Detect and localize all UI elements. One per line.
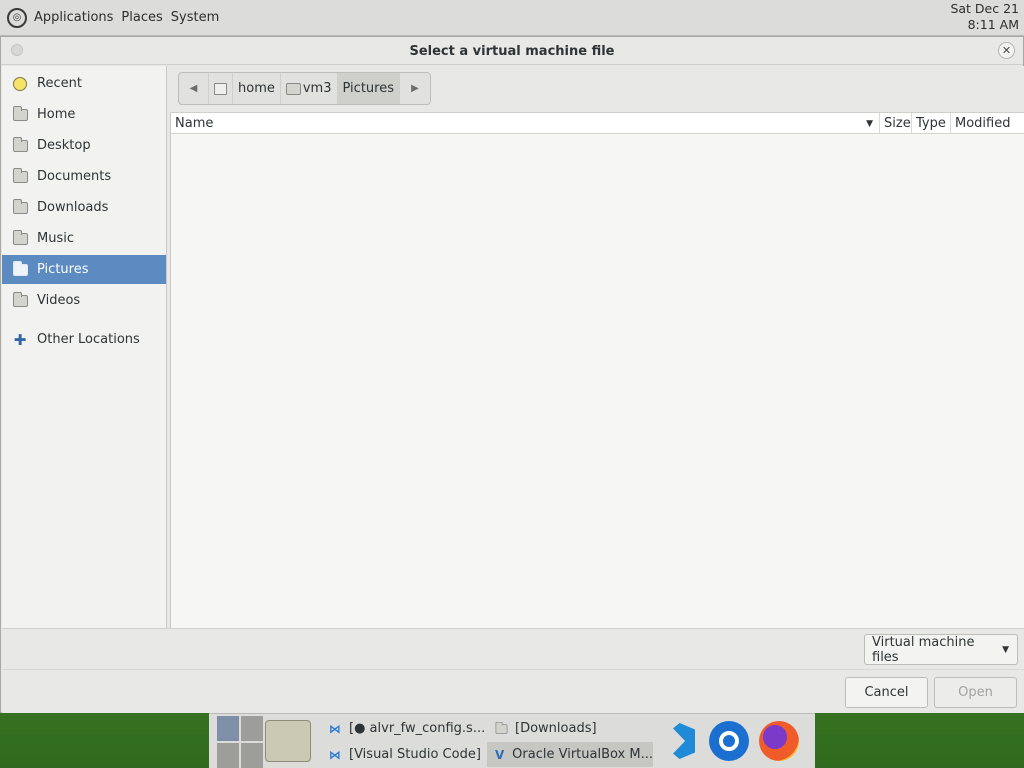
close-icon[interactable]: ✕ [998, 42, 1015, 59]
top-panel: ◎ Applications Places System Sat Dec 21 … [0, 0, 1024, 36]
column-header-label: Modified [955, 116, 1011, 131]
pathbar-scroll-right-button[interactable]: ▶ [400, 73, 430, 104]
applications-menu[interactable]: Applications [33, 10, 114, 25]
home-folder-icon [12, 105, 28, 123]
pathbar-segment-label: vm3 [302, 81, 332, 96]
sidebar-item-label: Downloads [37, 200, 109, 215]
cancel-button[interactable]: Cancel [845, 677, 928, 708]
column-header-label: Size [884, 116, 911, 131]
sidebar-item-pictures[interactable]: Pictures [2, 255, 166, 284]
file-filter-dropdown[interactable]: Virtual machine files ▼ [864, 634, 1018, 665]
task-vscode-alvr[interactable]: ⋈ [● alvr_fw_config.s... [327, 716, 487, 741]
sidebar-item-downloads[interactable]: Downloads [2, 193, 166, 222]
chrome-icon [709, 721, 749, 761]
folder-icon [12, 291, 28, 309]
column-header-type[interactable]: Type [912, 113, 951, 134]
virtualbox-icon: V [494, 747, 505, 762]
pathbar-scroll-left-button[interactable]: ◀ [179, 73, 209, 104]
dialog-action-row: Cancel Open [2, 669, 1024, 713]
chrome-launcher[interactable] [705, 717, 753, 765]
sidebar-item-label: Desktop [37, 138, 91, 153]
sort-descending-icon: ▼ [866, 118, 873, 129]
pathbar-segment-home[interactable]: home [233, 73, 281, 104]
pathbar: ◀ home vm3 Pictures ▶ [178, 72, 431, 105]
task-label: Oracle VirtualBox M... [512, 747, 653, 762]
sidebar-item-videos[interactable]: Videos [2, 286, 166, 315]
column-header-label: Name [175, 116, 214, 131]
pathbar-area: ◀ home vm3 Pictures ▶ [170, 66, 1024, 113]
vscode-launcher[interactable] [655, 717, 703, 765]
clock[interactable]: Sat Dec 21 8:11 AM [950, 1, 1019, 33]
recent-icon [12, 76, 28, 92]
task-visual-studio-code[interactable]: ⋈ [Visual Studio Code] [327, 742, 487, 767]
sidebar-item-documents[interactable]: Documents [2, 162, 166, 191]
folder-icon [493, 721, 509, 737]
task-label: [Downloads] [515, 721, 597, 736]
workspace-1[interactable] [217, 716, 239, 741]
sidebar-item-label: Home [37, 107, 76, 122]
sidebar-item-home[interactable]: Home [2, 100, 166, 129]
sidebar-item-label: Recent [37, 76, 82, 91]
workspace-switcher[interactable] [217, 716, 263, 768]
task-label: [● alvr_fw_config.s... [349, 721, 486, 736]
sidebar-item-music[interactable]: Music [2, 224, 166, 253]
taskbar: ⋈ [● alvr_fw_config.s... [Downloads] ⋈ [… [209, 713, 815, 768]
column-header-label: Type [916, 116, 946, 131]
firefox-launcher[interactable] [755, 717, 803, 765]
chevron-down-icon: ▼ [1002, 644, 1009, 655]
distro-logo-icon[interactable]: ◎ [7, 7, 27, 28]
file-filter-value: Virtual machine files [872, 634, 975, 665]
folder-icon [12, 167, 28, 185]
workspace-4[interactable] [241, 743, 263, 768]
open-button[interactable]: Open [934, 677, 1017, 708]
dialog-titlebar[interactable]: Select a virtual machine file ✕ [1, 37, 1023, 65]
folder-icon [12, 229, 28, 247]
places-sidebar: Recent Home Desktop Documents Downloads … [2, 66, 167, 628]
sidebar-item-label: Music [37, 231, 74, 246]
system-menu[interactable]: System [170, 10, 220, 25]
sidebar-item-label: Videos [37, 293, 81, 308]
pathbar-segment-label: Pictures [342, 81, 394, 96]
sidebar-item-desktop[interactable]: Desktop [2, 131, 166, 160]
sidebar-item-other-locations[interactable]: ✚ Other Locations [2, 325, 166, 354]
task-downloads[interactable]: [Downloads] [493, 716, 603, 741]
clock-time: 8:11 AM [967, 17, 1019, 32]
column-header-name[interactable]: Name ▼ [171, 113, 880, 134]
column-header-modified[interactable]: Modified [951, 113, 1023, 134]
folder-icon [12, 260, 28, 278]
vscode-icon: ⋈ [329, 747, 341, 762]
workspace-3[interactable] [217, 743, 239, 768]
pathbar-segment-pictures[interactable]: Pictures [337, 73, 400, 104]
places-menu[interactable]: Places [120, 10, 163, 25]
clock-date: Sat Dec 21 [950, 1, 1019, 16]
file-manager-launcher-icon[interactable] [265, 720, 311, 762]
column-header-row: Name ▼ Size Type Modified [171, 113, 1024, 134]
sidebar-item-recent[interactable]: Recent [2, 69, 166, 98]
folder-icon [12, 198, 28, 216]
sidebar-item-label: Documents [37, 169, 112, 184]
task-oracle-virtualbox[interactable]: V Oracle VirtualBox M... [487, 742, 653, 767]
pathbar-segment-vm3[interactable]: vm3 [281, 73, 338, 104]
chevron-right-icon: ▶ [411, 83, 419, 94]
home-folder-icon [285, 82, 301, 95]
vscode-icon [659, 721, 699, 761]
plus-icon: ✚ [13, 330, 27, 349]
chevron-left-icon: ◀ [189, 83, 198, 94]
disk-icon [214, 82, 227, 95]
filter-row: Virtual machine files ▼ [2, 628, 1024, 669]
task-label: [Visual Studio Code] [349, 747, 481, 762]
column-header-size[interactable]: Size [880, 113, 912, 134]
pathbar-root-button[interactable] [209, 73, 233, 104]
pathbar-segment-label: home [238, 81, 275, 96]
workspace-2[interactable] [241, 716, 263, 741]
firefox-icon [759, 721, 799, 761]
vscode-icon: ⋈ [329, 721, 341, 736]
folder-icon [12, 136, 28, 154]
file-list[interactable]: Name ▼ Size Type Modified [170, 113, 1024, 628]
file-chooser-dialog: Select a virtual machine file ✕ Recent H… [0, 36, 1024, 713]
sidebar-item-label: Pictures [37, 262, 89, 277]
sidebar-item-label: Other Locations [37, 332, 140, 347]
dialog-title: Select a virtual machine file [409, 44, 615, 59]
